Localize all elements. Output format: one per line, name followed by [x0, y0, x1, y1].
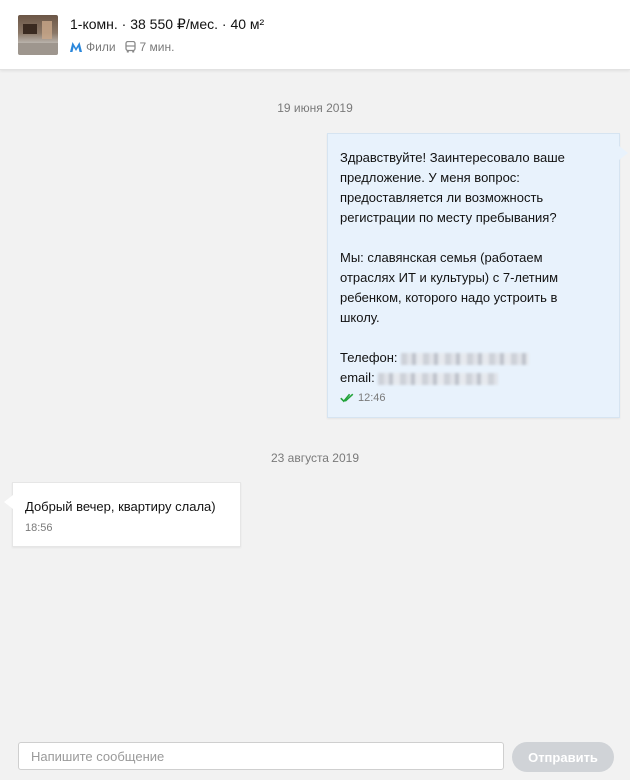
chat-header: 1-комн. · 38 550 ₽/мес. · 40 м² Фили 7 м… — [0, 0, 630, 70]
message-composer: Отправить — [0, 732, 630, 780]
message-text: Здравствуйте! Заинтересовало ваше предло… — [340, 150, 565, 325]
incoming-message: Добрый вечер, квартиру слала) 18:56 — [4, 482, 241, 547]
double-check-icon — [340, 393, 354, 403]
redacted-phone — [401, 352, 530, 365]
email-label: email: — [340, 370, 375, 385]
listing-title[interactable]: 1-комн. · 38 550 ₽/мес. · 40 м² — [70, 16, 264, 33]
listing-location: Фили 7 мин. — [70, 40, 174, 54]
email-line: email: — [340, 368, 607, 388]
phone-line: Телефон: — [340, 348, 607, 368]
message-text: Добрый вечер, квартиру слала) — [25, 499, 216, 514]
message-time: 12:46 — [358, 392, 386, 404]
bus-icon — [124, 41, 136, 53]
send-button[interactable]: Отправить — [512, 742, 614, 772]
message-meta: 12:46 — [340, 392, 607, 404]
metro-station: Фили — [86, 40, 116, 54]
phone-label: Телефон: — [340, 350, 398, 365]
message-input[interactable] — [18, 742, 504, 770]
listing-thumbnail[interactable] — [18, 15, 58, 55]
redacted-email — [378, 372, 499, 385]
message-time: 18:56 — [25, 522, 53, 534]
metro-icon — [70, 42, 82, 52]
date-separator: 23 августа 2019 — [270, 451, 360, 465]
transport-time: 7 мин. — [139, 40, 175, 54]
outgoing-message: Здравствуйте! Заинтересовало ваше предло… — [327, 133, 628, 418]
date-separator: 19 июня 2019 — [277, 101, 353, 115]
